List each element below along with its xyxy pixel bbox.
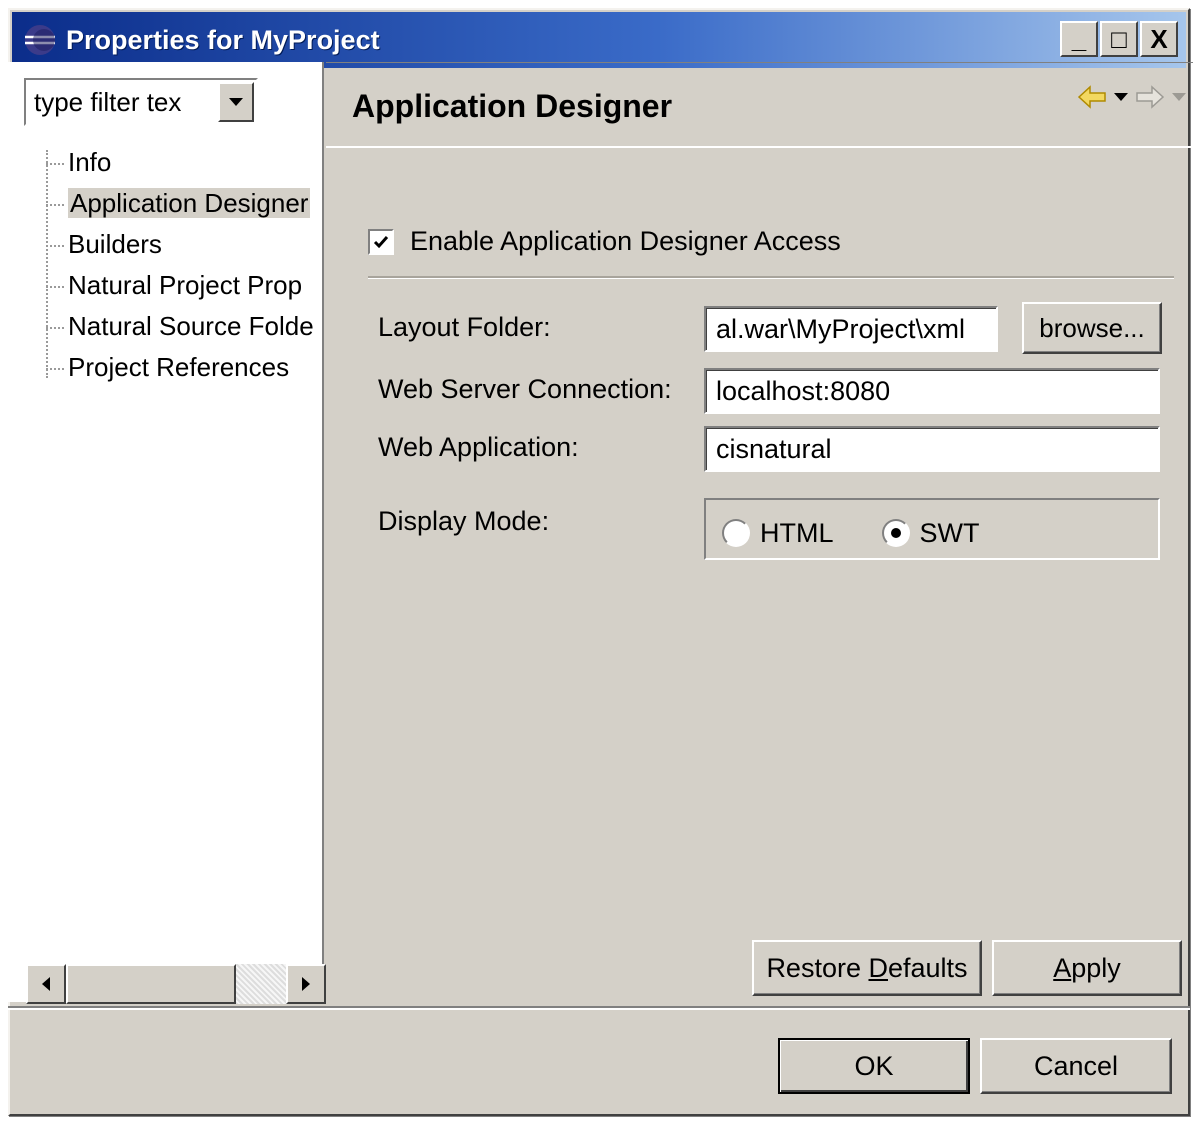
forward-arrow-icon[interactable] bbox=[1135, 84, 1165, 110]
tree-item-label: Natural Project Prop bbox=[68, 270, 303, 300]
arrow-left-icon bbox=[42, 977, 50, 991]
layout-folder-field[interactable] bbox=[704, 306, 998, 352]
restore-defaults-label-start: Restore bbox=[766, 952, 869, 983]
tree-item-natural-project-properties[interactable]: Natural Project Prop bbox=[46, 265, 326, 306]
web-application-field[interactable] bbox=[704, 426, 1160, 472]
apply-mnemonic: A bbox=[1053, 952, 1072, 983]
separator bbox=[368, 276, 1174, 279]
button-bar-separator bbox=[8, 1006, 1190, 1010]
page-header: Application Designer bbox=[326, 62, 1193, 148]
page-title: Application Designer bbox=[352, 88, 673, 124]
apply-label-end: pply bbox=[1071, 952, 1121, 983]
scroll-thumb[interactable] bbox=[66, 964, 236, 1004]
scroll-left-button[interactable] bbox=[26, 964, 66, 1004]
display-mode-group: HTML SWT bbox=[704, 498, 1160, 560]
ok-button[interactable]: OK bbox=[778, 1038, 970, 1094]
history-navigation bbox=[1077, 84, 1187, 110]
radio-swt-circle[interactable] bbox=[881, 519, 910, 547]
filter-input[interactable] bbox=[26, 85, 206, 119]
tree-item-info[interactable]: Info bbox=[46, 142, 326, 183]
title-bar[interactable]: Properties for MyProject _ □ X bbox=[12, 12, 1186, 68]
scroll-right-button[interactable] bbox=[286, 964, 326, 1004]
tree-item-label: Project References bbox=[68, 352, 290, 382]
filter-dropdown-button[interactable] bbox=[218, 82, 254, 122]
navigation-panel: Info Application Designer Builders Natur… bbox=[6, 62, 326, 1004]
radio-selected-dot bbox=[890, 528, 901, 538]
radio-swt[interactable]: SWT bbox=[881, 517, 980, 549]
back-menu-chevron-down-icon[interactable] bbox=[1113, 91, 1129, 103]
tree-item-natural-source-folders[interactable]: Natural Source Folde bbox=[46, 306, 326, 347]
minimize-button[interactable]: _ bbox=[1060, 21, 1098, 57]
tree-item-project-references[interactable]: Project References bbox=[46, 347, 326, 388]
restore-defaults-button[interactable]: Restore Defaults bbox=[752, 940, 982, 996]
horizontal-scrollbar[interactable] bbox=[26, 964, 326, 1004]
tree-item-builders[interactable]: Builders bbox=[46, 224, 326, 265]
tree-item-label: Application Designer bbox=[68, 188, 311, 218]
browse-button[interactable]: browse... bbox=[1022, 302, 1162, 354]
back-arrow-icon[interactable] bbox=[1077, 84, 1107, 110]
display-mode-label: Display Mode: bbox=[378, 506, 550, 536]
apply-button[interactable]: Apply bbox=[992, 940, 1182, 996]
web-application-input[interactable] bbox=[706, 428, 1158, 470]
enable-access-checkbox[interactable] bbox=[368, 228, 394, 255]
layout-folder-input[interactable] bbox=[706, 308, 996, 350]
web-application-label: Web Application: bbox=[378, 432, 579, 462]
web-server-field[interactable] bbox=[704, 368, 1160, 414]
close-button[interactable]: X bbox=[1140, 21, 1178, 57]
chevron-down-icon bbox=[229, 98, 243, 106]
restore-defaults-mnemonic: D bbox=[868, 952, 888, 983]
radio-swt-label: SWT bbox=[919, 517, 980, 548]
enable-access-label: Enable Application Designer Access bbox=[410, 226, 841, 256]
restore-defaults-label-end: efaults bbox=[887, 952, 968, 983]
web-server-input[interactable] bbox=[706, 370, 1158, 412]
layout-folder-label: Layout Folder: bbox=[378, 312, 551, 342]
window-title: Properties for MyProject bbox=[66, 24, 380, 55]
tree-item-label: Builders bbox=[68, 229, 162, 259]
radio-html-label: HTML bbox=[760, 517, 834, 548]
checkmark-icon bbox=[373, 235, 389, 248]
property-tree: Info Application Designer Builders Natur… bbox=[46, 142, 326, 388]
tree-item-label: Info bbox=[68, 147, 112, 177]
tree-item-label: Natural Source Folde bbox=[68, 311, 314, 341]
eclipse-icon bbox=[25, 25, 55, 55]
radio-html[interactable]: HTML bbox=[722, 518, 834, 549]
enable-access-row[interactable]: Enable Application Designer Access bbox=[368, 226, 841, 257]
filter-combo[interactable] bbox=[24, 78, 258, 126]
radio-html-circle[interactable] bbox=[722, 519, 750, 547]
tree-item-application-designer[interactable]: Application Designer bbox=[46, 183, 326, 224]
forward-menu-chevron-down-icon[interactable] bbox=[1171, 91, 1187, 103]
web-server-label: Web Server Connection: bbox=[378, 374, 672, 404]
maximize-button[interactable]: □ bbox=[1100, 21, 1138, 57]
arrow-right-icon bbox=[302, 977, 310, 991]
cancel-button[interactable]: Cancel bbox=[980, 1038, 1172, 1094]
